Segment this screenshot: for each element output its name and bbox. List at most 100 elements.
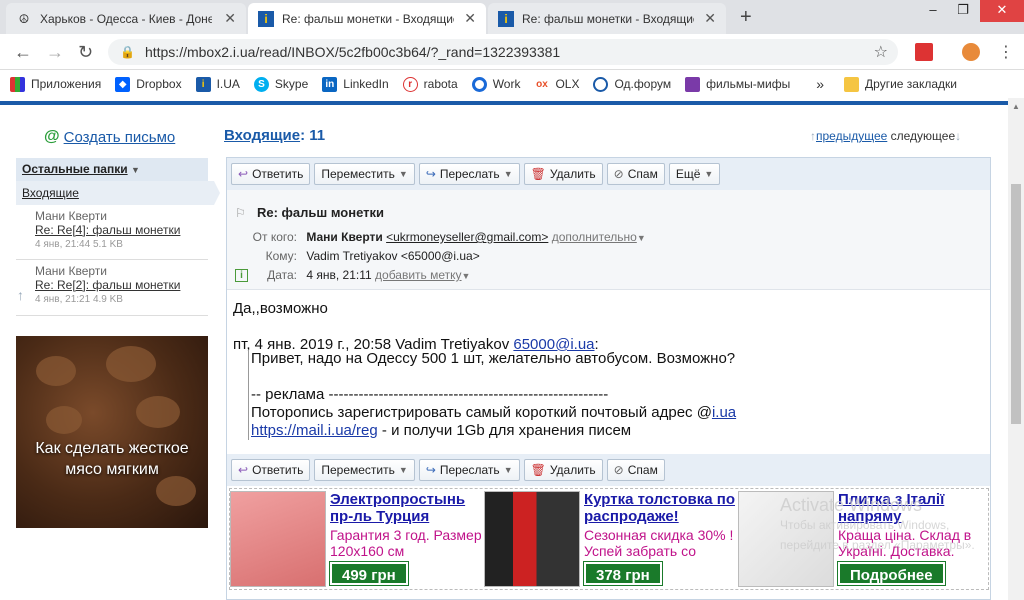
message-toolbar-bottom: ↩ Ответить Переместить ▼ ↪ Переслать ▼ 🗑 Удал…	[227, 454, 990, 486]
restore-button[interactable]: ❐	[948, 0, 978, 22]
tab-title: Re: фальш монетки - Входящие	[522, 11, 694, 26]
inbox-title-link[interactable]: Входящие	[224, 127, 300, 144]
message-header: ⚐ Re: фальш монетки От кого: Мани Кверти…	[227, 190, 990, 290]
forward-icon: ↪	[425, 463, 436, 477]
browser-tab-active[interactable]: i Re: фальш монетки - Входящие ✕	[248, 3, 486, 34]
browser-tab-bar: ☮ Харьков - Одесса - Киев - Доне ✕ i Re:…	[0, 0, 1024, 34]
bookmark-rabota[interactable]: r rabota	[402, 76, 458, 92]
reload-icon[interactable]: ↻	[78, 42, 93, 63]
promo-text: Как сделать жесткое мясо мягким	[35, 440, 189, 478]
url-field[interactable]: 🔒 https://mbox2.i.ua/read/INBOX/5c2fb00c…	[108, 39, 898, 65]
delete-button[interactable]: 🗑 Удалить	[523, 459, 603, 481]
forward-button[interactable]: ↪ Переслать ▼	[418, 163, 520, 185]
iua-link[interactable]: i.ua	[712, 404, 736, 421]
extension-icon[interactable]	[962, 43, 980, 61]
move-button[interactable]: Переместить ▼	[314, 163, 415, 185]
reply-icon: ↩	[238, 463, 249, 477]
page-scrollbar[interactable]: ▲	[1008, 98, 1024, 600]
bookmark-iua[interactable]: i I.UA	[195, 76, 240, 92]
compose-label[interactable]: Создать письмо	[64, 129, 176, 146]
delete-button[interactable]: 🗑 Удалить	[523, 163, 603, 185]
spam-button[interactable]: ⊘ Спам	[606, 163, 665, 185]
date-row: Дата: 4 янв, 21:11 добавить метку▼	[267, 268, 471, 282]
promo-image-detail	[46, 406, 82, 434]
prev-message-link[interactable]: предыдущее	[816, 129, 887, 143]
chevron-down-icon: ▼	[398, 169, 408, 179]
forward-icon[interactable]: →	[46, 42, 64, 63]
from-row: От кого: Мани Кверти <ukrmoneyseller@gma…	[252, 230, 646, 244]
reply-button[interactable]: ↩ Ответить	[231, 163, 311, 185]
ad-image[interactable]	[484, 491, 580, 587]
more-details-link[interactable]: дополнительно	[552, 230, 637, 244]
quote-spacer	[251, 368, 736, 386]
close-icon[interactable]: ✕	[224, 10, 236, 27]
ad-image[interactable]	[230, 491, 326, 587]
other-folders-toggle[interactable]: Остальные папки ▼	[16, 158, 208, 181]
bookmark-work[interactable]: Work	[471, 76, 520, 92]
rabota-icon: r	[402, 76, 418, 92]
forum-icon	[593, 76, 609, 92]
close-icon[interactable]: ✕	[704, 10, 716, 27]
star-icon[interactable]: ☆	[874, 42, 888, 62]
ad-item[interactable]: Электропростынь пр-ль Турция Гарантия 3 …	[230, 491, 482, 587]
list-item[interactable]: Мани Кверти Re: Re[2]: фальш монетки 4 я…	[16, 264, 208, 305]
other-bookmarks-folder[interactable]: Другие закладки	[844, 76, 957, 92]
forward-button[interactable]: ↪ Переслать ▼	[418, 459, 520, 481]
bookmark-dropbox[interactable]: ◆ Dropbox	[115, 76, 182, 92]
message-toolbar-top: ↩ Ответить Переместить ▼ ↪ Переслать ▼ 🗑 Удал…	[227, 158, 990, 190]
flag-icon[interactable]: ⚐	[235, 206, 246, 220]
scrollbar-thumb[interactable]	[1011, 184, 1021, 424]
sidebar-item-inbox[interactable]: Входящие	[16, 181, 220, 205]
bookmark-forum[interactable]: Од.форум	[593, 76, 671, 92]
dropbox-icon: ◆	[115, 76, 131, 92]
browser-tab-third[interactable]: i Re: фальш монетки - Входящие ✕	[488, 3, 726, 34]
bookmark-apps[interactable]: Приложения	[10, 76, 101, 92]
next-message-label: следующее	[890, 129, 956, 143]
add-label-link[interactable]: добавить метку	[375, 268, 462, 282]
at-icon: @	[44, 128, 60, 145]
window-close-button[interactable]: ✕	[980, 0, 1024, 22]
body-line: Да,,возможно	[233, 300, 328, 317]
move-button[interactable]: Переместить ▼	[314, 459, 415, 481]
ad-text: Гарантия 3 год. Размер 120х160 см	[330, 527, 482, 559]
ad-title[interactable]: Куртка толстовка по распродаже!	[584, 491, 736, 525]
promo-banner[interactable]: Как сделать жесткое мясо мягким	[16, 336, 208, 528]
arrow-down-icon: ↓	[955, 129, 962, 143]
bookmark-linkedin[interactable]: in LinkedIn	[322, 76, 389, 92]
scroll-up-icon[interactable]: ▲	[1012, 102, 1020, 111]
bookmarks-more-button[interactable]: »	[816, 76, 824, 92]
ad-item[interactable]: Куртка толстовка по распродаже! Сезонная…	[484, 491, 736, 587]
bookmark-skype[interactable]: S Skype	[253, 76, 308, 92]
pdf-extension-icon[interactable]	[915, 43, 933, 61]
minimize-button[interactable]: –	[918, 0, 948, 22]
back-icon[interactable]: ←	[14, 42, 32, 63]
message-date: 4 янв, 21:11	[306, 268, 372, 282]
tab-title: Харьков - Одесса - Киев - Доне	[40, 11, 212, 26]
promo-image-detail	[136, 396, 180, 428]
ad-title[interactable]: Электропростынь пр-ль Турция	[330, 491, 482, 525]
ad-price-button[interactable]: 499 грн	[329, 561, 409, 586]
ad-price-button[interactable]: 378 грн	[583, 561, 663, 586]
sender-email[interactable]: <ukrmoneyseller@gmail.com>	[386, 230, 548, 244]
list-item[interactable]: Мани Кверти Re: Re[4]: фальш монетки 4 я…	[16, 209, 208, 250]
lock-icon: 🔒	[120, 45, 135, 59]
olx-icon: ox	[534, 76, 550, 92]
bookmark-olx[interactable]: ox OLX	[534, 76, 579, 92]
register-link[interactable]: https://mail.i.ua/reg	[251, 422, 378, 439]
trash-icon: 🗑	[530, 463, 546, 477]
skype-icon: S	[253, 76, 269, 92]
ad-price-button[interactable]: Подробнее	[837, 561, 946, 586]
browser-tab-kharkov[interactable]: ☮ Харьков - Одесса - Киев - Доне ✕	[6, 3, 246, 34]
chevron-down-icon: ▼	[704, 169, 714, 179]
compose-link[interactable]: @ Создать письмо	[44, 128, 175, 146]
new-tab-button[interactable]: +	[740, 6, 752, 29]
more-button[interactable]: Ещё ▼	[668, 163, 721, 185]
reply-button[interactable]: ↩ Ответить	[231, 459, 311, 481]
spam-button[interactable]: ⊘ Спам	[606, 459, 665, 481]
close-icon[interactable]: ✕	[464, 10, 476, 27]
work-icon	[471, 76, 487, 92]
reply-icon: ↩	[238, 167, 249, 181]
menu-icon[interactable]: ⋮	[998, 42, 1014, 62]
bookmark-films[interactable]: фильмы-мифы	[685, 76, 790, 92]
